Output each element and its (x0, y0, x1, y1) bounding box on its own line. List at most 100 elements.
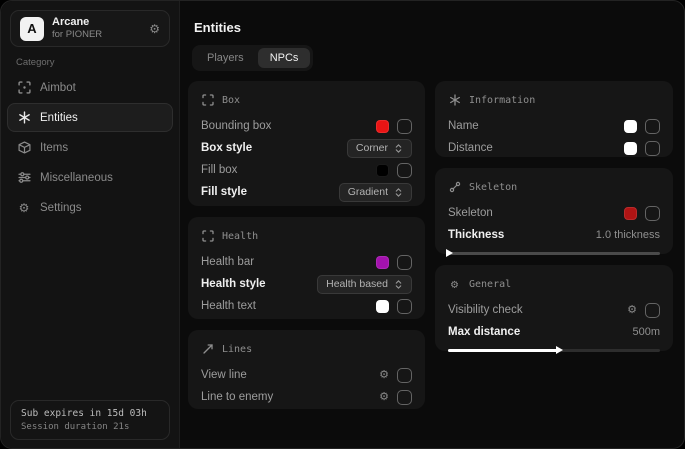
sidebar-item-entities[interactable]: Entities (7, 103, 173, 132)
row-box-style: Box style Corner (201, 137, 412, 159)
unfold-icon (394, 143, 403, 154)
color-swatch[interactable] (376, 164, 389, 177)
max-distance-slider[interactable] (448, 349, 660, 352)
row-line-to-enemy: Line to enemy ⚙ (201, 386, 412, 408)
row-label: Thickness (448, 229, 504, 241)
row-label: Fill box (201, 164, 237, 176)
row-distance: Distance (448, 137, 660, 159)
sidebar-item-label: Settings (40, 202, 82, 214)
sidebar-item-label: Aimbot (40, 82, 76, 94)
brand-gear-icon[interactable]: ⚙ (149, 23, 160, 35)
dropdown-value: Corner (356, 142, 388, 154)
unfold-icon (394, 279, 403, 290)
card-title: Skeleton (469, 182, 517, 193)
corner-brackets-icon (201, 94, 214, 107)
items-icon (17, 141, 31, 155)
card-title: Lines (222, 344, 252, 355)
sidebar-item-label: Entities (40, 112, 78, 124)
brand-name: Arcane (52, 16, 141, 28)
skeleton-card: Skeleton Skeleton Thickness 1.0 thicknes… (435, 168, 673, 254)
general-card: ⚙ General Visibility check ⚙ Max distanc… (435, 265, 673, 351)
row-fill-box: Fill box (201, 159, 412, 181)
checkbox[interactable] (645, 303, 660, 318)
row-max-distance: Max distance 500m (448, 321, 660, 343)
dropdown-value: Health based (326, 278, 388, 290)
bone-icon (448, 181, 461, 194)
slider-handle[interactable] (556, 346, 563, 354)
row-name: Name (448, 115, 660, 137)
thickness-value: 1.0 thickness (596, 229, 660, 241)
color-swatch[interactable] (376, 300, 389, 313)
row-health-text: Health text (201, 295, 412, 317)
color-swatch[interactable] (624, 120, 637, 133)
view-line-settings-gear-icon[interactable]: ⚙ (379, 370, 389, 381)
settings-gear-icon: ⚙ (17, 201, 31, 215)
row-label: Name (448, 120, 479, 132)
sidebar-item-items[interactable]: Items (7, 133, 173, 162)
checkbox[interactable] (397, 119, 412, 134)
brand-subtitle: for PIONER (52, 30, 141, 40)
row-visibility-check: Visibility check ⚙ (448, 299, 660, 321)
box-style-dropdown[interactable]: Corner (347, 139, 412, 158)
card-title: Box (222, 95, 240, 106)
row-fill-style: Fill style Gradient (201, 181, 412, 203)
dropdown-value: Gradient (348, 186, 388, 198)
tab-players[interactable]: Players (195, 48, 256, 68)
health-style-dropdown[interactable]: Health based (317, 275, 412, 294)
checkbox[interactable] (397, 390, 412, 405)
sidebar-nav: Aimbot Entities Items Miscellaneous (7, 73, 173, 222)
sidebar-item-settings[interactable]: ⚙ Settings (7, 193, 173, 222)
fill-style-dropdown[interactable]: Gradient (339, 183, 412, 202)
corner-brackets-icon (201, 230, 214, 243)
row-label: Bounding box (201, 120, 271, 132)
tab-npcs[interactable]: NPCs (258, 48, 311, 68)
row-skeleton: Skeleton (448, 202, 660, 224)
checkbox[interactable] (397, 255, 412, 270)
sidebar-item-miscellaneous[interactable]: Miscellaneous (7, 163, 173, 192)
row-label: Health style (201, 278, 266, 290)
window-frame: A Arcane for PIONER ⚙ Category Aimbot En… (0, 0, 685, 449)
row-label: Max distance (448, 326, 520, 338)
page-title: Entities (194, 20, 241, 35)
checkbox[interactable] (397, 163, 412, 178)
line-to-enemy-settings-gear-icon[interactable]: ⚙ (379, 392, 389, 403)
visibility-check-settings-gear-icon[interactable]: ⚙ (627, 305, 637, 316)
brand-text: Arcane for PIONER (52, 16, 141, 41)
sidebar: A Arcane for PIONER ⚙ Category Aimbot En… (1, 1, 180, 448)
slider-handle[interactable] (446, 249, 453, 257)
row-thickness: Thickness 1.0 thickness (448, 224, 660, 246)
row-view-line: View line ⚙ (201, 364, 412, 386)
card-title: General (469, 279, 511, 290)
color-swatch[interactable] (376, 120, 389, 133)
general-card-header: ⚙ General (448, 276, 660, 292)
row-label: Visibility check (448, 304, 523, 316)
slider-fill (448, 349, 558, 352)
checkbox[interactable] (645, 141, 660, 156)
tab-bar: Players NPCs (192, 45, 313, 71)
row-label: Line to enemy (201, 391, 273, 403)
checkbox[interactable] (397, 299, 412, 314)
brand-card: A Arcane for PIONER ⚙ (10, 10, 170, 47)
row-label: Distance (448, 142, 493, 154)
sidebar-item-aimbot[interactable]: Aimbot (7, 73, 173, 102)
row-label: Box style (201, 142, 252, 154)
health-card-header: Health (201, 228, 412, 244)
checkbox[interactable] (645, 206, 660, 221)
color-swatch[interactable] (624, 142, 637, 155)
row-label: Fill style (201, 186, 247, 198)
thickness-slider[interactable] (448, 252, 660, 255)
checkbox[interactable] (645, 119, 660, 134)
color-swatch[interactable] (376, 256, 389, 269)
session-duration-text: Session duration 21s (21, 422, 159, 432)
unfold-icon (394, 187, 403, 198)
row-health-bar: Health bar (201, 251, 412, 273)
subscription-info-box: Sub expires in 15d 03h Session duration … (10, 400, 170, 440)
row-bounding-box: Bounding box (201, 115, 412, 137)
main-content: Entities Players NPCs Box Bounding box (181, 1, 684, 448)
sidebar-item-label: Items (40, 142, 68, 154)
sub-expires-text: Sub expires in 15d 03h (21, 408, 159, 419)
color-swatch[interactable] (624, 207, 637, 220)
checkbox[interactable] (397, 368, 412, 383)
diagonal-arrow-icon (201, 343, 214, 356)
row-label: Skeleton (448, 207, 493, 219)
